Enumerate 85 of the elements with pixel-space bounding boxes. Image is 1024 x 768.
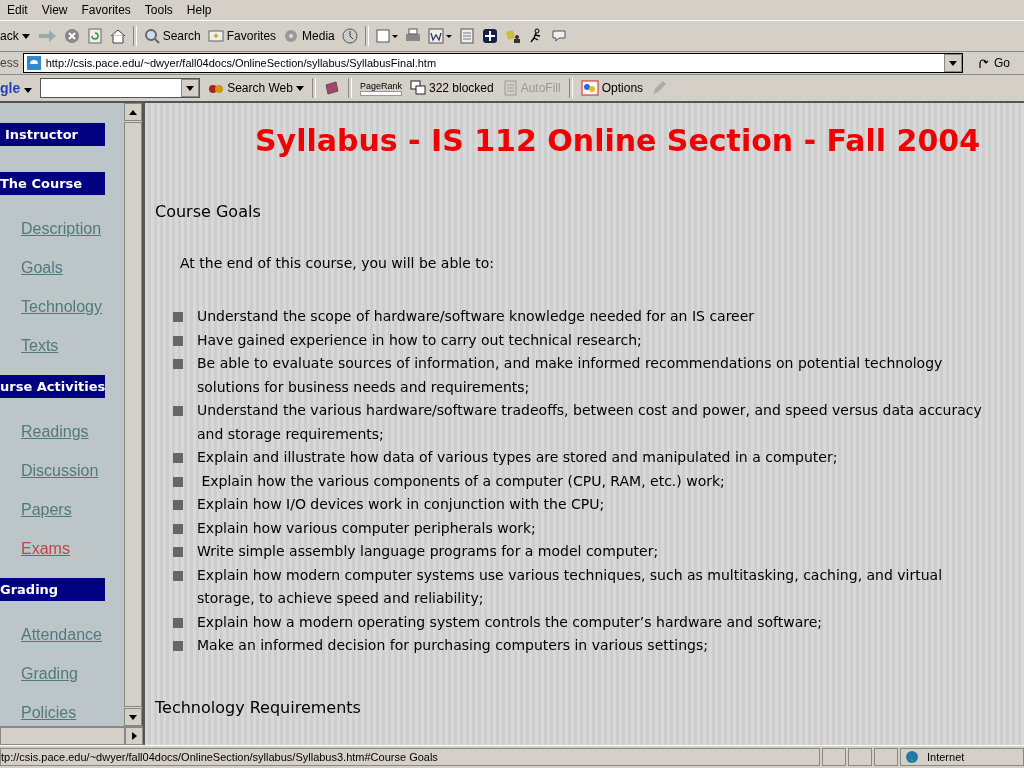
bullet-icon [173,335,183,346]
notebook-icon[interactable] [323,80,340,96]
magnifier-icon [143,28,160,44]
bullet-icon [173,406,183,416]
caret-icon [295,85,304,91]
search-field[interactable] [40,78,201,98]
goal-text: Explain how various computer peripherals work; [197,518,536,538]
status-pane [848,748,872,766]
history-icon[interactable] [341,28,358,44]
refresh-icon[interactable] [86,28,103,44]
form-icon [501,80,518,96]
goal-text: Understand the scope of hardware/software knowledge needed for an IS career [197,307,755,326]
sidebar-header[interactable]: urse Activities [0,375,105,398]
sidebar-header[interactable]: Instructor [0,123,105,146]
goal-text: Explain how the various components of a computer (CPU, RAM, etc.) work; [200,471,725,491]
vertical-scrollbar[interactable] [124,103,143,726]
bullet-icon [173,500,183,510]
messenger-icon[interactable] [481,28,498,44]
right-arrow-icon[interactable] [131,732,137,740]
goal-text: Explain how I/O devices work in conjunction with the CPU; [197,495,605,514]
sidebar-header[interactable]: The Course [0,172,105,195]
menu-item[interactable]: Tools [137,3,180,17]
speech-bubble-icon[interactable] [550,28,567,44]
goal-text: Write simple assembly language programs for a model computer; [197,542,659,561]
address-label: ess [0,56,19,70]
dropdown-arrow-icon[interactable] [949,60,957,66]
people-icon[interactable] [504,28,521,44]
menu-item[interactable]: Help [179,3,219,17]
status-pane [822,748,846,766]
menu-item[interactable]: View [34,3,75,17]
bullet-icon [173,476,183,487]
windows-icon [409,80,426,96]
sidebar-header[interactable]: Grading [0,578,105,601]
options-button[interactable]: Options [580,80,644,96]
star-folder-icon [207,28,224,44]
goal-text: Explain how modern computer systems use various techniques, such as multitasking, caching, and virtual storage, to achieve speed and reliability; [197,565,944,608]
caret-icon [21,33,30,39]
goal-text: Understand the various hardware/software tradeoffs, between cost and power, and speed versus data accuracy and storage requirements; [197,401,983,444]
bullet-icon [173,570,183,581]
bullet-icon [173,453,183,463]
print-icon[interactable] [404,28,421,44]
search-button[interactable]: Search [143,28,201,44]
section-heading: Course Goals [155,202,262,221]
section-heading: Technology Requirements [155,697,362,717]
bullet-icon [173,547,183,557]
back-button[interactable]: ack [0,29,30,43]
bullet-icon [173,641,183,651]
dropdown-arrow-icon[interactable] [186,85,195,91]
status-text: tp://csis.pace.edu/~dwyer/fall04docs/OnlineSection/syllabus/Syllabus3.htm#Course Goals [0,748,820,766]
favorites-button[interactable]: Favorites [207,28,277,44]
goal-text: Be able to evaluate sources of information, and make informed recommendations on potential technology solutions for business needs and requirements; [197,354,944,397]
goal-text: Explain and illustrate how data of various types are stored and manipulated in a computer; [197,448,838,467]
stop-icon[interactable] [63,28,80,44]
security-zone: Internet [900,748,1024,766]
goal-text: Explain how a modern operating system controls the computer’s hardware and software; [197,612,823,632]
media-button[interactable]: Media [283,28,335,44]
search-web-button[interactable]: Search Web [208,80,304,96]
curved-arrow-icon [977,56,991,70]
document-icon[interactable] [458,28,475,44]
address-field[interactable]: http://csis.pace.edu/~dwyer/fall04docs/OnlineSection/syllabus/SyllabusFinal.htm [22,53,963,73]
caret-icon [24,88,33,93]
menu-item[interactable]: Edit [0,3,35,17]
up-arrow-icon[interactable] [129,109,137,115]
intro-text: At the end of this course, you will be able to: [180,255,496,271]
pagerank-meter: PageRank [359,80,402,96]
status-pane [874,748,898,766]
globe-icon [905,750,919,764]
options-icon [580,80,599,96]
goal-text: Make an informed decision for purchasing computers in various settings; [197,636,708,655]
goal-text: Have gained experience in how to carry out technical research; [197,330,642,350]
horizontal-scrollbar[interactable] [0,726,143,745]
disc-icon [283,28,300,44]
home-icon[interactable] [109,28,126,44]
down-arrow-icon[interactable] [129,714,137,720]
bullet-icon [173,617,183,628]
menu-item[interactable]: Favorites [74,3,138,17]
page-icon [25,55,42,71]
page-title: Syllabus - IS 112 Online Section - Fall 2004 [255,123,981,158]
go-button[interactable]: Go [967,56,1024,70]
word-document-icon[interactable] [427,28,452,44]
bullet-icon [173,523,183,534]
bullet-icon [173,312,183,322]
google-logo[interactable]: gle [0,80,33,96]
bullet-icon [173,359,183,369]
popup-blocker-button[interactable]: 322 blocked [409,80,494,96]
